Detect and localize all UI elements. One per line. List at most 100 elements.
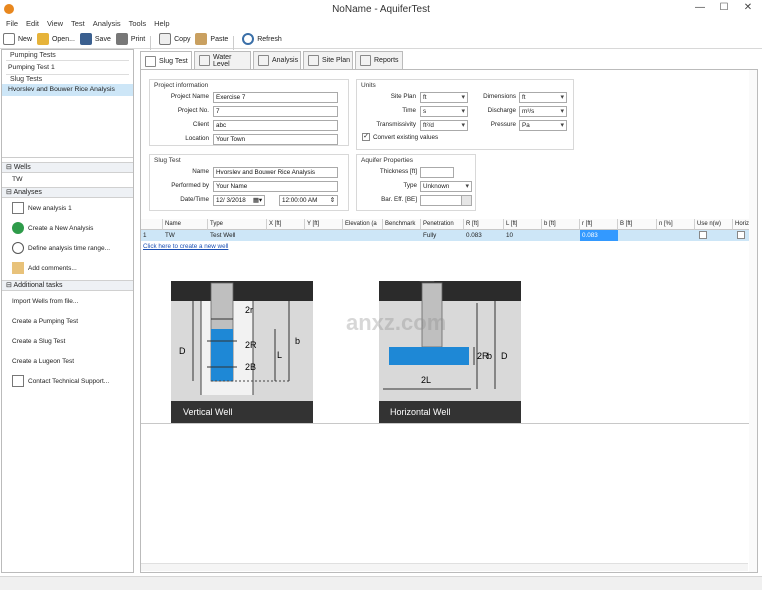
tab-analysis[interactable]: Analysis [253,51,301,69]
refresh-button[interactable]: Refresh [242,31,282,47]
grid-header-B[interactable]: B [ft] [618,219,657,230]
aquifer-type-select[interactable]: Unknown [420,181,472,192]
folder-icon [36,33,49,45]
grid-header-type[interactable]: Type [208,219,267,230]
task-add-comments[interactable]: Add comments... [2,258,133,278]
label-D: D [179,346,186,356]
close-button[interactable]: ✕ [738,2,758,13]
analyses-section-header[interactable]: ⊟ Analyses [2,187,133,198]
convert-values-checkbox[interactable]: ✓ [362,133,370,141]
paste-button[interactable]: Paste [195,31,228,47]
pressure-unit-select[interactable]: Pa [519,120,567,131]
discharge-unit-select[interactable]: m³/s [519,106,567,117]
grid-header-benchmark[interactable]: Benchmark [383,219,421,230]
grid-header-penetration[interactable]: Penetration [421,219,464,230]
time-field[interactable]: 12:00:00 AM ⇕ [279,195,338,206]
grid-header-r[interactable]: r [ft] [580,219,618,230]
time-unit-select[interactable]: s [420,106,468,117]
menu-analysis[interactable]: Analysis [93,18,121,30]
additional-section-header[interactable]: ⊟ Additional tasks [2,280,133,291]
location-field[interactable]: Your Town [213,134,338,145]
grid-header-use-nw[interactable]: Use n(w) [695,219,733,230]
cell-r-selected[interactable]: 0.083 [580,230,618,241]
cell-R[interactable]: 0.083 [464,230,482,241]
task-create-pumping-test[interactable]: Create a Pumping Test [2,311,133,331]
open-label: Open... [51,35,75,43]
grid-header-y[interactable]: Y [ft] [305,219,343,230]
label-L: L [277,350,282,360]
vertical-scrollbar[interactable] [749,70,757,572]
convert-values-checkbox-row[interactable]: ✓ Convert existing values [362,133,438,141]
divider [6,60,129,61]
menu-edit[interactable]: Edit [26,18,39,30]
wells-header-label: Wells [13,164,31,171]
new-file-icon [3,33,15,45]
tab-water-level[interactable]: Water Level [194,51,251,69]
project-no-field[interactable]: 7 [213,106,338,117]
cell-L[interactable]: 10 [504,230,513,241]
horizontal-scrollbar[interactable] [141,563,748,571]
new-button[interactable]: New [3,31,32,47]
grid-header-elevation[interactable]: Elevation (a [343,219,383,230]
copy-button[interactable]: Copy [159,31,190,47]
client-field[interactable]: abc [213,120,338,131]
menu-tools[interactable]: Tools [129,18,147,30]
add-icon [12,222,24,234]
date-value: 12/ 3/2018 [216,197,246,204]
task-create-slug-test[interactable]: Create a Slug Test [2,331,133,351]
tab-site-plan[interactable]: Site Plan [303,51,353,69]
grid-header-L[interactable]: L [ft] [504,219,542,230]
performed-by-field[interactable]: Your Name [213,181,338,192]
task-new-analysis-1[interactable]: New analysis 1 [2,198,133,218]
divider [141,423,757,424]
task-create-analysis[interactable]: Create a New Analysis [2,218,133,238]
tab-reports[interactable]: Reports [355,51,403,69]
thickness-field[interactable] [420,167,454,178]
tab-label: Reports [374,57,399,64]
grid-header-R[interactable]: R [ft] [464,219,504,230]
save-button[interactable]: Save [79,31,111,47]
label-2B: 2B [245,362,256,372]
calendar-dropdown-icon[interactable]: ▦▾ [253,196,262,205]
menu-file[interactable]: File [6,18,18,30]
time-spinner-icon[interactable]: ⇕ [330,196,335,205]
task-import-wells[interactable]: Import Wells from file... [2,291,133,311]
task-label: Define analysis time range... [28,244,111,252]
grid-header-n[interactable]: n [%] [657,219,695,230]
grid-header-x[interactable]: X [ft] [267,219,305,230]
use-nw-checkbox[interactable] [699,231,707,239]
site-plan-unit-select[interactable]: ft [420,92,468,103]
menu-view[interactable]: View [47,18,63,30]
grid-header-name[interactable]: Name [163,219,208,230]
cell-name[interactable]: TW [163,230,175,241]
tree-item-pumping-test[interactable]: Pumping Test 1 [2,62,133,74]
cell-type[interactable]: Test Well [208,230,235,241]
slug-name-field[interactable]: Hvorslev and Bouwer Rice Analysis [213,167,338,178]
horizon-checkbox[interactable] [737,231,745,239]
menu-help[interactable]: Help [154,18,169,30]
open-button[interactable]: Open... [36,31,75,47]
minimize-button[interactable]: — [690,2,710,13]
aquifer-properties-title: Aquifer Properties [361,157,414,164]
tab-slug-test[interactable]: Slug Test [140,51,192,70]
well-item-tw[interactable]: TW [2,173,133,187]
ellipsis-button[interactable] [461,196,471,205]
barometric-efficiency-field[interactable] [420,195,472,206]
maximize-button[interactable]: ☐ [714,2,734,13]
task-define-time-range[interactable]: Define analysis time range... [2,238,133,258]
transmissivity-unit-select[interactable]: ft²/d [420,120,468,131]
print-button[interactable]: Print [115,31,145,47]
cell-penetration[interactable]: Fully [421,230,436,241]
task-create-lugeon-test[interactable]: Create a Lugeon Test [2,351,133,371]
tree-item-slug-analysis[interactable]: Hvorslev and Bouwer Rice Analysis [2,84,133,96]
date-field[interactable]: 12/ 3/2018 ▦▾ [213,195,265,206]
task-contact-support[interactable]: Contact Technical Support... [2,371,133,391]
water-level-icon [199,55,210,66]
convert-values-label: Convert existing values [373,133,439,141]
grid-header-b[interactable]: b [ft] [542,219,580,230]
wells-section-header[interactable]: ⊟ Wells [2,162,133,173]
project-name-field[interactable]: Exercise 7 [213,92,338,103]
create-new-well-link[interactable]: Click here to create a new well [143,243,228,250]
menu-test[interactable]: Test [71,18,85,30]
dimensions-unit-select[interactable]: ft [519,92,567,103]
